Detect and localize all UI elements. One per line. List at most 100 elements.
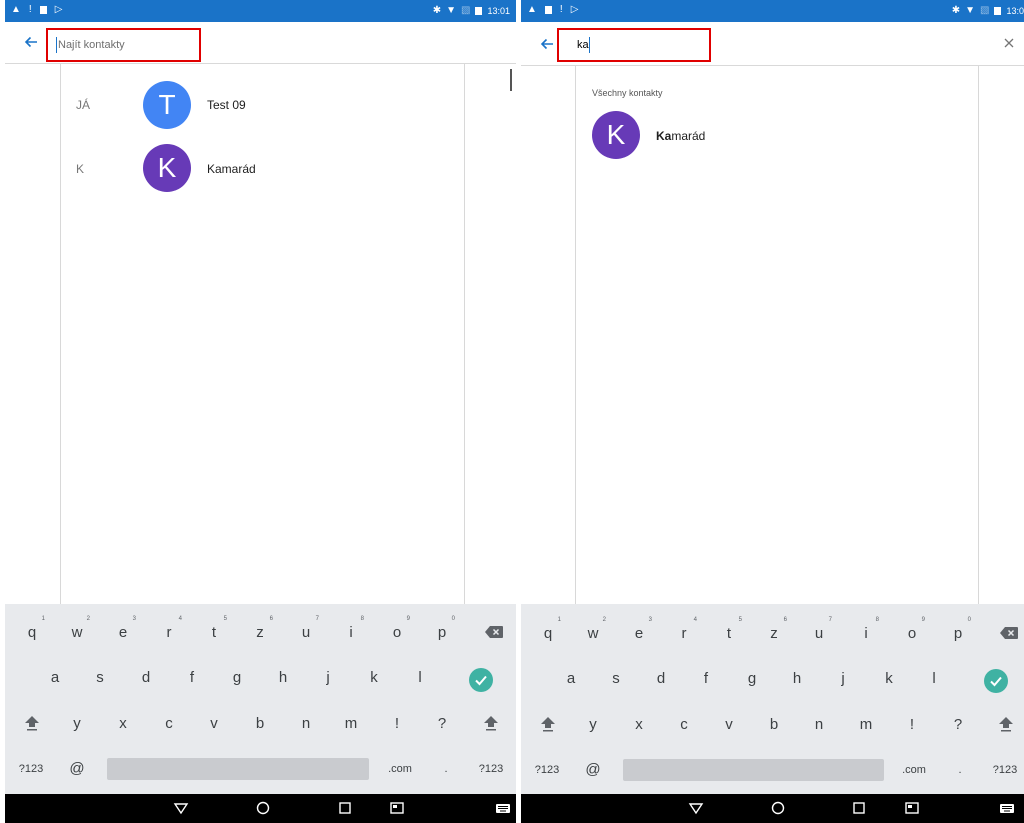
key-q[interactable]: q1 — [17, 616, 47, 643]
key-c[interactable]: c — [154, 714, 184, 734]
symbols-key[interactable]: ?123 — [16, 759, 46, 779]
dotcom-key[interactable]: .com — [899, 760, 929, 780]
key-x[interactable]: x — [108, 714, 138, 734]
key-exclamation[interactable]: ! — [897, 715, 927, 735]
key-g[interactable]: g — [737, 669, 767, 689]
key-r[interactable]: r4 — [669, 617, 699, 644]
enter-key[interactable] — [984, 669, 1008, 693]
key-h[interactable]: h — [268, 668, 298, 688]
key-k[interactable]: k — [359, 668, 389, 688]
key-i[interactable]: i8 — [851, 617, 881, 644]
key-p[interactable]: p0 — [943, 617, 973, 644]
key-o[interactable]: o9 — [897, 617, 927, 644]
avatar[interactable]: K — [592, 111, 640, 159]
period-key[interactable]: . — [945, 760, 975, 780]
key-m[interactable]: m — [336, 714, 366, 734]
screenshot-icon[interactable] — [904, 800, 920, 816]
key-s[interactable]: s — [601, 669, 631, 689]
key-l[interactable]: l — [405, 668, 435, 688]
clear-icon[interactable] — [1002, 36, 1016, 50]
key-y[interactable]: y — [578, 715, 608, 735]
key-q[interactable]: q1 — [533, 617, 563, 644]
key-o[interactable]: o9 — [382, 616, 412, 643]
key-c[interactable]: c — [669, 715, 699, 735]
key-t[interactable]: t5 — [199, 616, 229, 643]
back-triangle-icon[interactable] — [688, 800, 704, 816]
key-n[interactable]: n — [291, 714, 321, 734]
key-l[interactable]: l — [919, 669, 949, 689]
key-f[interactable]: f — [691, 669, 721, 689]
key-k[interactable]: k — [874, 669, 904, 689]
key-m[interactable]: m — [851, 715, 881, 735]
spacebar[interactable] — [107, 758, 369, 780]
back-arrow-icon[interactable] — [23, 34, 39, 50]
key-exclamation[interactable]: ! — [382, 714, 412, 734]
key-question[interactable]: ? — [943, 715, 973, 735]
key-w[interactable]: w2 — [62, 616, 92, 643]
key-j[interactable]: j — [313, 668, 343, 688]
at-key[interactable]: @ — [578, 760, 608, 780]
key-a[interactable]: a — [40, 668, 70, 688]
key-w[interactable]: w2 — [578, 617, 608, 644]
contact-name[interactable]: Test 09 — [207, 98, 246, 112]
symbols-key[interactable]: ?123 — [532, 760, 562, 780]
home-circle-icon[interactable] — [770, 800, 786, 816]
symbols-key[interactable]: ?123 — [990, 760, 1020, 780]
key-a[interactable]: a — [556, 669, 586, 689]
key-y[interactable]: y — [62, 714, 92, 734]
search-input[interactable]: Najít kontakty — [46, 28, 201, 62]
shift-icon[interactable] — [482, 714, 500, 732]
avatar[interactable]: T — [143, 81, 191, 129]
spacebar[interactable] — [623, 759, 884, 781]
key-i[interactable]: i8 — [336, 616, 366, 643]
key-z[interactable]: z6 — [759, 617, 789, 644]
symbols-key[interactable]: ?123 — [476, 759, 506, 779]
key-d[interactable]: d — [646, 669, 676, 689]
key-e[interactable]: e3 — [624, 617, 654, 644]
key-f[interactable]: f — [177, 668, 207, 688]
keyboard-switch-icon[interactable] — [999, 800, 1015, 816]
at-key[interactable]: @ — [62, 759, 92, 779]
avatar[interactable]: K — [143, 144, 191, 192]
backspace-icon[interactable] — [484, 625, 504, 639]
key-r[interactable]: r4 — [154, 616, 184, 643]
search-input[interactable]: ka — [557, 28, 711, 62]
recents-square-icon[interactable] — [337, 800, 353, 816]
name-match-highlight: Ka — [656, 129, 672, 143]
key-z[interactable]: z6 — [245, 616, 275, 643]
key-v[interactable]: v — [714, 715, 744, 735]
screenshot-icon[interactable] — [389, 800, 405, 816]
key-p[interactable]: p0 — [427, 616, 457, 643]
key-d[interactable]: d — [131, 668, 161, 688]
recents-square-icon[interactable] — [851, 800, 867, 816]
key-j[interactable]: j — [828, 669, 858, 689]
keyboard-switch-icon[interactable] — [495, 800, 511, 816]
key-v[interactable]: v — [199, 714, 229, 734]
key-b[interactable]: b — [759, 715, 789, 735]
dotcom-key[interactable]: .com — [385, 759, 415, 779]
key-e[interactable]: e3 — [108, 616, 138, 643]
key-s[interactable]: s — [85, 668, 115, 688]
key-t[interactable]: t5 — [714, 617, 744, 644]
scrollbar[interactable] — [510, 69, 512, 91]
shift-icon[interactable] — [539, 715, 557, 733]
key-u[interactable]: u7 — [804, 617, 834, 644]
key-h[interactable]: h — [782, 669, 812, 689]
home-circle-icon[interactable] — [255, 800, 271, 816]
key-n[interactable]: n — [804, 715, 834, 735]
shift-icon[interactable] — [23, 714, 41, 732]
backspace-icon[interactable] — [999, 626, 1019, 640]
back-arrow-icon[interactable] — [539, 36, 555, 52]
contact-name[interactable]: Kamarád — [207, 162, 256, 176]
key-x[interactable]: x — [624, 715, 654, 735]
key-u[interactable]: u7 — [291, 616, 321, 643]
back-triangle-icon[interactable] — [173, 800, 189, 816]
image-icon — [544, 6, 552, 14]
enter-key[interactable] — [469, 668, 493, 692]
key-question[interactable]: ? — [427, 714, 457, 734]
key-b[interactable]: b — [245, 714, 275, 734]
contact-name[interactable]: Kamarád — [656, 129, 705, 143]
shift-icon[interactable] — [997, 715, 1015, 733]
key-g[interactable]: g — [222, 668, 252, 688]
period-key[interactable]: . — [431, 759, 461, 779]
